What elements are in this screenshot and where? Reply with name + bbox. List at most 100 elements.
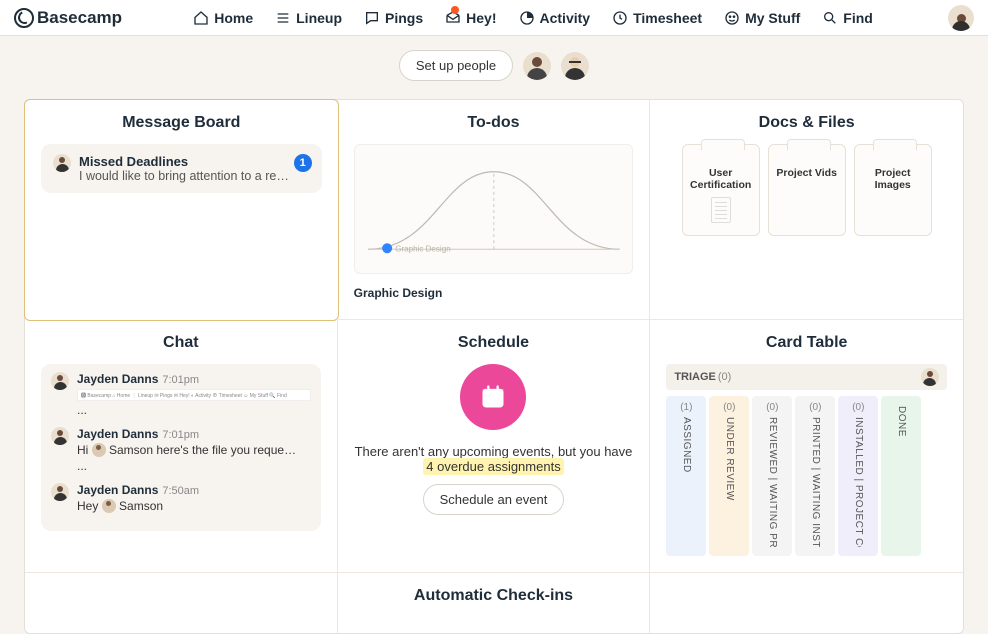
triage-label: TRIAGE: [674, 371, 716, 383]
column-name: DONE: [896, 406, 907, 437]
column-printed[interactable]: (0) PRINTED | WAITING INSTA: [795, 396, 835, 556]
checkins-title: Automatic Check-ins: [354, 587, 634, 605]
nav-activity[interactable]: Activity: [519, 10, 591, 26]
column-name: UNDER REVIEW: [724, 417, 735, 501]
chat-author: Jayden Danns: [77, 372, 158, 386]
column-name: INSTALLED | PROJECT CO: [853, 417, 864, 547]
folder-user-certification[interactable]: User Certification: [682, 144, 760, 236]
folder-project-vids[interactable]: Project Vids: [768, 144, 846, 236]
timesheet-icon: [612, 10, 628, 26]
chat-title: Chat: [41, 334, 321, 352]
activity-icon: [519, 10, 535, 26]
column-count: (0): [852, 402, 864, 413]
column-assigned[interactable]: (1) ASSIGNED: [666, 396, 706, 556]
inline-avatar-icon: [92, 443, 106, 457]
setup-people-button[interactable]: Set up people: [399, 50, 513, 81]
tool-empty-left: [25, 573, 338, 633]
folder-label: Project Images: [875, 167, 911, 191]
column-count: (0): [766, 402, 778, 413]
column-count: (1): [680, 402, 692, 413]
column-name: PRINTED | WAITING INSTA: [810, 417, 821, 547]
folder-label: User Certification: [690, 167, 751, 191]
hill-chart: Graphic Design: [354, 144, 634, 274]
triage-avatar: [921, 368, 939, 386]
message-body: I would like to bring attention to a rec…: [79, 169, 294, 183]
lineup-icon: [275, 10, 291, 26]
todos-list-name: Graphic Design: [354, 286, 634, 300]
chat-card: Jayden Danns 7:01pm 🅱 Basecamp ⌂ Home ⋮ L…: [41, 364, 321, 531]
chat-time: 7:01pm: [162, 429, 199, 441]
chat-attachment-thumb: 🅱 Basecamp ⌂ Home ⋮ Lineup ✉ Pings ✉ Hey…: [77, 389, 311, 401]
tool-message-board[interactable]: Message Board Missed Deadlines I would l…: [24, 99, 339, 321]
folders-row: User Certification Project Vids Project …: [666, 144, 947, 236]
hill-dot-label: Graphic Design: [395, 244, 450, 253]
schedule-text-a: There aren't any upcoming events, but yo…: [355, 444, 633, 459]
nav-find[interactable]: Find: [822, 10, 873, 26]
tools-grid: Message Board Missed Deadlines I would l…: [24, 99, 964, 634]
todos-title: To-dos: [354, 114, 634, 132]
message-title: Missed Deadlines: [79, 154, 294, 169]
nav-find-label: Find: [843, 10, 873, 26]
nav-timesheet[interactable]: Timesheet: [612, 10, 702, 26]
tool-chat[interactable]: Chat Jayden Danns 7:01pm 🅱 Basecamp ⌂ Hom…: [25, 320, 338, 573]
column-reviewed[interactable]: (0) REVIEWED | WAITING PRI: [752, 396, 792, 556]
column-under-review[interactable]: (0) UNDER REVIEW: [709, 396, 749, 556]
person-avatar-1[interactable]: [523, 52, 551, 80]
tool-auto-checkins[interactable]: Automatic Check-ins: [338, 573, 651, 633]
basecamp-logo-icon: [14, 8, 34, 28]
nav-hey-label: Hey!: [466, 10, 496, 26]
inline-avatar-icon: [102, 499, 116, 513]
chat-body: Hey Samson: [77, 499, 297, 513]
nav-items: Home Lineup Pings Hey! Activity Timeshee…: [92, 10, 974, 26]
nav-mystuff-label: My Stuff: [745, 10, 800, 26]
message-author-avatar: [53, 154, 71, 172]
column-name: REVIEWED | WAITING PRI: [767, 417, 778, 547]
tool-docs-files[interactable]: Docs & Files User Certification Project …: [650, 100, 963, 320]
people-row: Set up people: [24, 36, 964, 99]
chat-message[interactable]: Jayden Danns7:01pm Hi Samson here's the …: [51, 427, 311, 473]
pings-icon: [364, 10, 380, 26]
tool-card-table[interactable]: Card Table TRIAGE (0) (1) ASSIGNED (0) U…: [650, 320, 963, 573]
cardtable-columns: (1) ASSIGNED (0) UNDER REVIEW (0) REVIEW…: [666, 396, 947, 556]
column-done[interactable]: DONE: [881, 396, 921, 556]
nav-mystuff[interactable]: My Stuff: [724, 10, 800, 26]
message-item[interactable]: Missed Deadlines I would like to bring a…: [41, 144, 322, 193]
schedule-text: There aren't any upcoming events, but yo…: [354, 444, 634, 474]
message-unread-badge: 1: [294, 154, 312, 172]
column-name: ASSIGNED: [681, 417, 692, 473]
folder-project-images[interactable]: Project Images: [854, 144, 932, 236]
nav-hey[interactable]: Hey!: [445, 10, 496, 26]
chat-author-avatar: [51, 427, 69, 445]
column-count: (0): [809, 402, 821, 413]
hill-chart-svg: Graphic Design: [363, 153, 625, 265]
tool-schedule[interactable]: Schedule There aren't any upcoming event…: [338, 320, 651, 573]
chat-message[interactable]: Jayden Danns7:01pm 🅱 Basecamp ⌂ Home ⋮ L…: [51, 372, 311, 417]
column-installed[interactable]: (0) INSTALLED | PROJECT CO: [838, 396, 878, 556]
chat-author-avatar: [51, 372, 69, 390]
hey-notification-dot-icon: [451, 6, 459, 14]
schedule-title: Schedule: [354, 334, 634, 352]
page: Set up people Message Board Missed Deadl…: [24, 36, 964, 634]
nav-pings[interactable]: Pings: [364, 10, 423, 26]
cardtable-title: Card Table: [666, 334, 947, 352]
triage-row[interactable]: TRIAGE (0): [666, 364, 947, 390]
doc-thumb-icon: [711, 197, 731, 223]
schedule-overdue-link[interactable]: 4 overdue assignments: [423, 458, 563, 475]
current-user-avatar[interactable]: [948, 5, 974, 31]
nav-pings-label: Pings: [385, 10, 423, 26]
tool-todos[interactable]: To-dos Graphic Design Graphic Design: [338, 100, 651, 320]
find-icon: [822, 10, 838, 26]
mystuff-icon: [724, 10, 740, 26]
folder-label: Project Vids: [776, 167, 837, 179]
chat-message[interactable]: Jayden Danns 7:50am Hey Samson: [51, 483, 311, 513]
nav-lineup-label: Lineup: [296, 10, 342, 26]
schedule-event-button[interactable]: Schedule an event: [423, 484, 565, 515]
nav-lineup[interactable]: Lineup: [275, 10, 342, 26]
nav-home[interactable]: Home: [193, 10, 253, 26]
chat-author: Jayden Danns: [77, 483, 158, 497]
person-avatar-2[interactable]: [561, 52, 589, 80]
chat-body: ...: [77, 403, 297, 417]
chat-body-more: ...: [77, 459, 297, 473]
chat-body: Hi Samson here's the file you requested: [77, 443, 297, 457]
chat-time: 7:50am: [162, 485, 199, 497]
